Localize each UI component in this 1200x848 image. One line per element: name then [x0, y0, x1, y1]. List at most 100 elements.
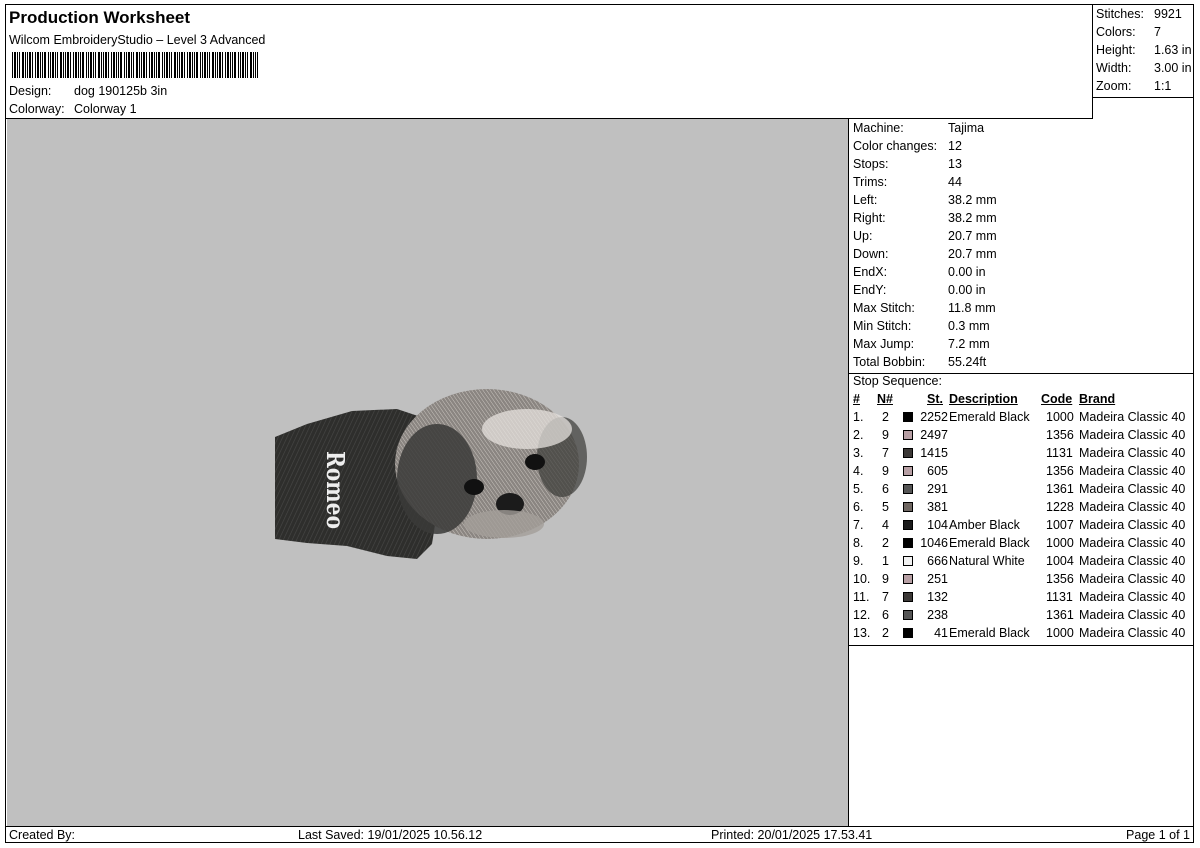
machine-info-row: Max Stitch: 11.8 mm [853, 301, 996, 315]
table-row: 13. 2 41 Emerald Black 1000 Madeira Classic 4… [849, 626, 1193, 644]
color-swatch [903, 610, 913, 620]
info-label: Color changes: [853, 139, 938, 153]
thread-code: 1131 [1046, 590, 1073, 604]
thread-brand: Madeira Classic 40 [1079, 554, 1186, 568]
info-value: 20.7 mm [948, 247, 997, 261]
needle-number: 6 [882, 608, 889, 622]
thread-code: 1361 [1046, 482, 1074, 496]
info-label: Up: [853, 229, 873, 243]
machine-info-row: Min Stitch: 0.3 mm [853, 319, 990, 333]
info-value: 0.00 in [948, 265, 986, 279]
thread-brand: Madeira Classic 40 [1079, 410, 1186, 424]
info-value: 0.00 in [948, 283, 986, 297]
info-label: EndX: [853, 265, 888, 279]
stop-number: 3. [853, 446, 864, 460]
thread-code: 1007 [1046, 518, 1074, 532]
thread-brand: Madeira Classic 40 [1079, 446, 1186, 460]
stitch-count: 291 [927, 482, 948, 496]
printed-date: Printed: 20/01/2025 17.53.41 [711, 828, 873, 842]
color-swatch [903, 538, 913, 548]
thread-brand: Madeira Classic 40 [1079, 536, 1186, 550]
thread-brand: Madeira Classic 40 [1079, 428, 1186, 442]
thread-description: Emerald Black [949, 626, 1030, 640]
barcode [12, 52, 258, 78]
stitch-count: 41 [934, 626, 948, 640]
thread-brand: Madeira Classic 40 [1079, 482, 1186, 496]
needle-number: 6 [882, 482, 889, 496]
color-swatch [903, 628, 913, 638]
thread-code: 1000 [1046, 410, 1074, 424]
table-row: 5. 6 291 1361 Madeira Classic 40 [849, 482, 1193, 500]
info-label: Max Jump: [853, 337, 915, 351]
summary-value: 7 [1154, 25, 1161, 39]
info-label: EndY: [853, 283, 887, 297]
info-label: Left: [853, 193, 878, 207]
needle-number: 5 [882, 500, 889, 514]
info-label: Stops: [853, 157, 889, 171]
stop-number: 8. [853, 536, 864, 550]
machine-info-row: EndY: 0.00 in [853, 283, 986, 297]
table-row: 7. 4 104 Amber Black 1007 Madeira Classic 40 [849, 518, 1193, 536]
design-preview: Romeo [7, 119, 849, 826]
stitch-count: 132 [927, 590, 948, 604]
table-row: 2. 9 2497 1356 Madeira Classic 40 [849, 428, 1193, 446]
worksheet-footer: Created By: Last Saved: 19/01/2025 10.56… [6, 826, 1193, 843]
stop-number: 10. [853, 572, 871, 586]
info-label: Down: [853, 247, 889, 261]
stitch-count: 1415 [920, 446, 948, 460]
colorway-value: Colorway 1 [74, 102, 137, 116]
thread-brand: Madeira Classic 40 [1079, 626, 1186, 640]
thread-description: Emerald Black [949, 536, 1030, 550]
info-label: Total Bobbin: [853, 355, 926, 369]
info-panel: Machine: Tajima Color changes: 12 Stops: 13 Tr… [849, 119, 1193, 826]
needle-number: 2 [882, 626, 889, 640]
info-value: 12 [948, 139, 962, 153]
created-by: Created By: [9, 828, 76, 842]
color-swatch [903, 448, 913, 458]
stitch-count: 238 [927, 608, 948, 622]
worksheet-frame: Production Worksheet Wilcom EmbroiderySt… [5, 4, 1194, 843]
info-value: 20.7 mm [948, 229, 997, 243]
summary-value: 1:1 [1154, 79, 1172, 93]
table-row: 6. 5 381 1228 Madeira Classic 40 [849, 500, 1193, 518]
table-row: 4. 9 605 1356 Madeira Classic 40 [849, 464, 1193, 482]
info-value: 0.3 mm [948, 319, 990, 333]
stop-number: 5. [853, 482, 864, 496]
summary-value: 9921 [1154, 7, 1182, 21]
color-swatch [903, 412, 913, 422]
stitch-count: 104 [927, 518, 948, 532]
thread-brand: Madeira Classic 40 [1079, 590, 1186, 604]
thread-description: Emerald Black [949, 410, 1030, 424]
stop-number: 12. [853, 608, 871, 622]
stitch-count: 605 [927, 464, 948, 478]
table-row: 3. 7 1415 1131 Madeira Classic 40 [849, 446, 1193, 464]
thread-brand: Madeira Classic 40 [1079, 464, 1186, 478]
needle-number: 9 [882, 572, 889, 586]
info-label: Machine: [853, 121, 904, 135]
stitch-count: 251 [927, 572, 948, 586]
needle-number: 4 [882, 518, 889, 532]
summary-label: Colors: [1096, 25, 1136, 39]
machine-info-row: Right: 38.2 mm [853, 211, 997, 225]
summary-row: Zoom: 1:1 [1096, 79, 1171, 93]
table-row: 1. 2 2252 Emerald Black 1000 Madeira Classic … [849, 410, 1193, 428]
summary-label: Stitches: [1096, 7, 1144, 21]
stop-number: 4. [853, 464, 864, 478]
design-value: dog 190125b 3in [74, 84, 168, 98]
stop-number: 6. [853, 500, 864, 514]
thread-code: 1356 [1046, 464, 1074, 478]
thread-description: Amber Black [949, 518, 1020, 532]
thread-description: Natural White [949, 554, 1025, 568]
col-header-code: Code [1041, 392, 1073, 406]
page-title: Production Worksheet [9, 8, 191, 27]
summary-value: 3.00 in [1154, 61, 1192, 75]
stop-number: 13. [853, 626, 871, 640]
machine-info-row: Color changes: 12 [853, 139, 962, 153]
thread-code: 1000 [1046, 626, 1074, 640]
summary-label: Width: [1096, 61, 1132, 75]
colorway-label: Colorway: [9, 102, 65, 116]
stitch-count: 2252 [920, 410, 948, 424]
needle-number: 2 [882, 410, 889, 424]
info-value: 55.24ft [948, 355, 987, 369]
stop-number: 2. [853, 428, 864, 442]
